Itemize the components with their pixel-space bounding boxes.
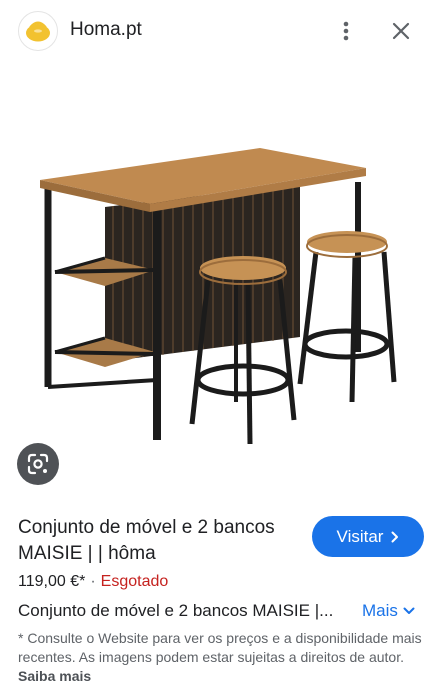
- more-label: Mais: [362, 601, 398, 620]
- close-icon[interactable]: [387, 16, 415, 46]
- availability-status: Esgotado: [100, 573, 169, 590]
- price-row: 119,00 €* · Esgotado: [18, 573, 168, 591]
- google-lens-icon[interactable]: [17, 443, 59, 485]
- product-title[interactable]: Conjunto de móvel e 2 bancos MAISIE | | …: [18, 515, 298, 567]
- product-image[interactable]: [0, 62, 442, 502]
- disclaimer: * Consulte o Website para ver os preços …: [18, 629, 428, 686]
- more-vertical-icon[interactable]: [332, 16, 360, 46]
- more-button[interactable]: Mais: [362, 601, 415, 621]
- site-name[interactable]: Homa.pt: [70, 19, 142, 41]
- visit-button-label: Visitar: [336, 526, 384, 546]
- header-bar: Homa.pt: [0, 0, 442, 62]
- separator: ·: [90, 573, 96, 590]
- price: 119,00 €*: [18, 573, 86, 590]
- homa-logo-icon[interactable]: [18, 11, 58, 51]
- chevron-down-icon: [403, 607, 415, 614]
- disclaimer-text: * Consulte o Website para ver os preços …: [18, 630, 422, 665]
- product-description: Conjunto de móvel e 2 bancos MAISIE |...: [18, 601, 334, 620]
- visit-button[interactable]: Visitar: [312, 516, 424, 557]
- learn-more-link[interactable]: Saiba mais: [18, 668, 91, 684]
- chevron-right-icon: [391, 531, 399, 542]
